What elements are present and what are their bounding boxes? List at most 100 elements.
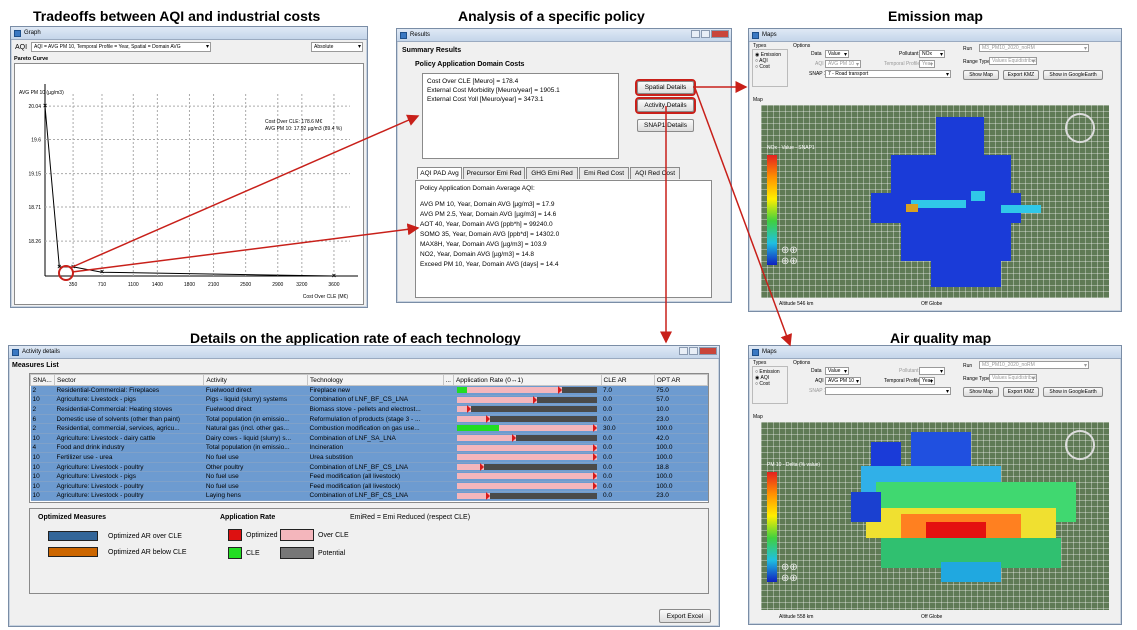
aqi-select[interactable]: AVG PM 10 [825, 377, 861, 385]
run-field[interactable]: M3_PM10_2020_noRM [979, 44, 1089, 52]
aqi-select[interactable]: AVG PM 10 [825, 60, 861, 68]
range-select[interactable]: Values Equidistributed [989, 374, 1037, 382]
map-cell [911, 200, 966, 208]
application-rate-bar [457, 405, 597, 414]
tab-ghg-emi-red[interactable]: GHG Emi Red [526, 167, 578, 179]
table-row[interactable]: 10 Agriculture: Livestock - pigs Pigs - li… [30, 395, 708, 406]
column-header[interactable]: CLE AR [600, 374, 655, 386]
window-controls [691, 30, 729, 38]
show-google-earth-button[interactable]: Show in GoogleEarth [1043, 387, 1103, 397]
type-cost[interactable]: ○ Cost [755, 64, 785, 70]
compass-icon[interactable] [1065, 430, 1095, 460]
temporal-select[interactable]: Year [919, 60, 935, 68]
mode-select[interactable]: Absolute [311, 42, 363, 52]
sector-cell: Residential-Commercial: Fireplaces [54, 385, 204, 396]
table-row[interactable]: 2 Residential-Commercial: Fireplaces Fuelw… [30, 385, 708, 396]
navigation-controls-icon[interactable]: ⊕⊕ ⊕⊕ [781, 245, 821, 285]
minimize-icon[interactable] [691, 30, 700, 38]
cle-ar-cell: 30.0 [601, 423, 655, 434]
pollutant-select[interactable] [919, 367, 945, 375]
aqi-heading: Policy Application Domain Average AQI: [420, 185, 535, 192]
aq-map-canvas[interactable]: PM 10 - Delta (% value) ⊕⊕ ⊕⊕ [761, 422, 1109, 610]
run-field[interactable]: M3_PM10_2020_noRM [979, 361, 1089, 369]
column-header[interactable]: SNA... [30, 374, 55, 386]
table-row[interactable]: 10 Agriculture: Livestock - poultry Other … [30, 462, 708, 473]
maximize-icon[interactable] [689, 347, 698, 355]
column-header[interactable]: Technology [307, 374, 444, 386]
table-row[interactable]: 2 Residential-Commercial: Heating stoves F… [30, 404, 708, 415]
optimized-marker [512, 433, 517, 442]
export-kmz-button[interactable]: Export KMZ [1003, 70, 1039, 80]
snap-select[interactable]: 7 - Road transport [825, 70, 951, 78]
emission-map-window: Maps Types ◉ Emission ○ AQI ○ Cost Optio… [748, 28, 1122, 312]
app-icon [752, 31, 759, 39]
optimized-marker [593, 481, 597, 490]
activity-cell: Total population (in emissio... [203, 414, 308, 425]
close-icon[interactable] [711, 30, 729, 38]
close-icon[interactable] [699, 347, 717, 355]
tab-emi-red-cost[interactable]: Emi Red Cost [579, 167, 629, 179]
cost-line: Cost Over CLE [Meuro] = 178.4 [427, 78, 519, 85]
caption-analysis: Analysis of a specific policy [458, 8, 645, 24]
sector-cell: Agriculture: Livestock - pigs [54, 471, 204, 482]
show-map-button[interactable]: Show Map [963, 387, 999, 397]
compass-icon[interactable] [1065, 113, 1095, 143]
column-header[interactable]: OPT AR [653, 374, 708, 386]
maximize-icon[interactable] [701, 30, 710, 38]
opt-ar-cell: 23.0 [654, 414, 708, 425]
table-row[interactable]: 10 Agriculture: Livestock - pigs No fuel u… [30, 471, 708, 482]
technology-cell: Combination of LNF_BF_CS_LNA [307, 491, 444, 502]
map-cell [891, 155, 1011, 195]
table-row[interactable]: 10 Agriculture: Livestock - dairy cattle D… [30, 433, 708, 444]
technology-cell: Combination of LNF_BF_CS_LNA [307, 462, 444, 473]
legend-over-cle-swatch [280, 529, 314, 541]
table-row[interactable]: 4 Food and drink industry Total population… [30, 443, 708, 454]
table-row[interactable]: 6 Domestic use of solvents (other than pa… [30, 414, 708, 425]
application-rate-bar [457, 443, 597, 452]
pareto-chart[interactable]: 350 710 1100 1400 1800 2100 2500 2900 3200 3600 20… [15, 64, 365, 306]
table-row[interactable]: 10 Fertilizer use - urea No fuel use Urea s… [30, 452, 708, 463]
aqi-line: NO2, Year, Domain AVG [µg/m3] = 14.8 [420, 251, 535, 258]
technology-cell: Feed modification (all livestock) [307, 481, 444, 492]
pollutant-select[interactable]: NOx [919, 50, 945, 58]
column-header[interactable]: Application Rate (0↔1) [452, 374, 602, 386]
type-cost[interactable]: ○ Cost [755, 381, 785, 387]
emired-note: EmiRed = Emi Reduced (respect CLE) [350, 514, 471, 521]
show-google-earth-button[interactable]: Show in GoogleEarth [1043, 70, 1103, 80]
aqi-select[interactable]: AQI = AVG PM 10, Temporal Profile = Year… [31, 42, 211, 52]
range-select[interactable]: Values Equidistributed [989, 57, 1037, 65]
column-header[interactable]: Sector [53, 374, 205, 386]
navigation-controls-icon[interactable]: ⊕⊕ ⊕⊕ [781, 562, 821, 602]
tab-aqi-red-cost[interactable]: AQI Red Cost [630, 167, 680, 179]
export-kmz-button[interactable]: Export KMZ [1003, 387, 1039, 397]
minimize-icon[interactable] [679, 347, 688, 355]
table-row[interactable]: 2 Residential, commercial, services, agri… [30, 423, 708, 434]
tab-aqi-pad-avg[interactable]: AQI PAD Avg [417, 167, 462, 179]
show-map-button[interactable]: Show Map [963, 70, 999, 80]
optimized-measures-title: Optimized Measures [38, 514, 107, 521]
legend-panel: Optimized Measures Optimized AR over CLE… [29, 508, 709, 594]
scale-title: PM 10 - Delta (% value) [767, 462, 821, 468]
data-select[interactable]: Value [825, 50, 849, 58]
cle-ar-cell: 0.0 [601, 491, 655, 502]
snap-select[interactable] [825, 387, 951, 395]
technology-cell: Biomass stove - pellets and electrost... [307, 404, 444, 415]
aqi-results-box: Policy Application Domain Average AQI: A… [415, 180, 712, 298]
table-row[interactable]: 10 Agriculture: Livestock - poultry Laying… [30, 491, 708, 502]
map-cell [871, 442, 901, 468]
data-select[interactable]: Value [825, 367, 849, 375]
tab-precursor-emi-red[interactable]: Precursor Emi Red [463, 167, 525, 179]
window-controls [679, 347, 717, 355]
column-header[interactable]: ... [442, 374, 454, 386]
spatial-details-button[interactable]: Spatial Details [635, 79, 696, 96]
cle-ar-cell: 0.0 [601, 443, 655, 454]
table-row[interactable]: 10 Agriculture: Livestock - poultry No fue… [30, 481, 708, 492]
y-axis-label: AVG PM 10 (µg/m3) [19, 90, 64, 96]
column-header[interactable]: Activity [203, 374, 308, 386]
snap1-details-button[interactable]: SNAP1 Details [637, 119, 694, 132]
legend-cle-label: CLE [246, 550, 260, 557]
export-excel-button[interactable]: Export Excel [659, 609, 711, 623]
emission-map-canvas[interactable]: NOx - Value - SNAP1 ⊕⊕ ⊕⊕ [761, 105, 1109, 298]
temporal-select[interactable]: Year [919, 377, 935, 385]
activity-details-button[interactable]: Activity Details [635, 97, 696, 114]
